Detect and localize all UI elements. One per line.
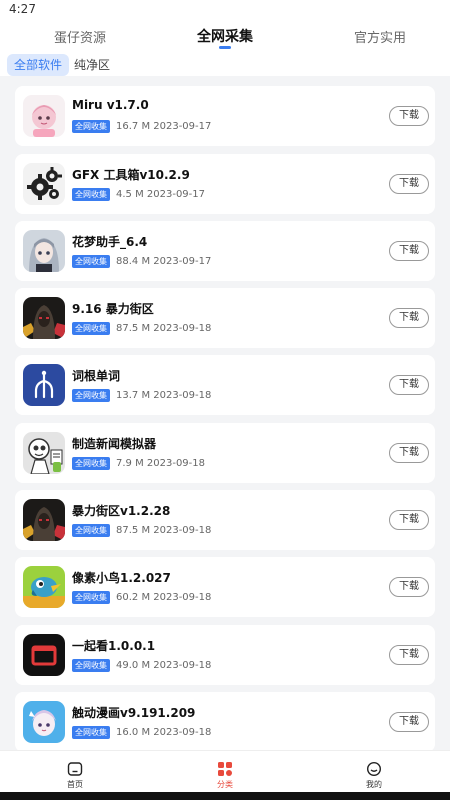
app-meta: 全网收集 87.5 M 2023-09-18: [72, 523, 211, 537]
app-size-date: 88.4 M 2023-09-17: [116, 255, 212, 267]
app-meta: 全网收集 13.7 M 2023-09-18: [72, 388, 211, 402]
nav-home[interactable]: 首页: [55, 755, 95, 789]
news-simulator-icon: [23, 432, 65, 474]
nav-category[interactable]: 分类: [205, 755, 245, 789]
nav-profile-label: 我的: [366, 780, 382, 789]
app-size-date: 16.7 M 2023-09-17: [116, 120, 212, 132]
app-name: Miru v1.7.0: [72, 98, 149, 112]
hooded-figure-icon: [23, 297, 65, 339]
app-size-date: 60.2 M 2023-09-18: [116, 591, 212, 603]
app-card[interactable]: 词根单词 全网收集 13.7 M 2023-09-18 下载: [15, 355, 435, 415]
tab-official-utilities[interactable]: 官方实用: [354, 27, 406, 46]
download-button[interactable]: 下载: [389, 712, 429, 732]
app-card[interactable]: 9.16 暴力街区 全网收集 87.5 M 2023-09-18 下载: [15, 288, 435, 348]
sub-tab-bar: 全部软件 纯净区: [0, 52, 450, 76]
collection-badge: 全网收集: [72, 388, 110, 402]
app-meta: 全网收集 16.0 M 2023-09-18: [72, 725, 211, 739]
gfx-gears-icon: [23, 163, 65, 205]
watch-together-icon: [23, 634, 65, 676]
app-name: 像素小鸟1.2.027: [72, 571, 171, 585]
app-name: 词根单词: [72, 369, 121, 383]
app-card[interactable]: 一起看1.0.0.1 全网收集 49.0 M 2023-09-18 下载: [15, 625, 435, 685]
app-size-date: 87.5 M 2023-09-18: [116, 524, 212, 536]
download-button[interactable]: 下载: [389, 645, 429, 665]
download-button[interactable]: 下载: [389, 510, 429, 530]
collection-badge: 全网收集: [72, 725, 110, 739]
collection-badge: 全网收集: [72, 590, 110, 604]
app-card[interactable]: 触动漫画v9.191.209 全网收集 16.0 M 2023-09-18 下载: [15, 692, 435, 750]
subtab-all-software[interactable]: 全部软件: [7, 54, 70, 76]
nav-category-label: 分类: [217, 780, 233, 789]
home-icon: [67, 762, 83, 776]
app-name: 制造新闻模拟器: [72, 437, 157, 451]
word-root-tree-icon: [23, 364, 65, 406]
download-button[interactable]: 下载: [389, 375, 429, 395]
tab-web-collection[interactable]: 全网采集: [197, 26, 253, 46]
download-button[interactable]: 下载: [389, 241, 429, 261]
tab-active-indicator: [219, 46, 231, 49]
app-meta: 全网收集 16.7 M 2023-09-17: [72, 119, 211, 133]
app-list[interactable]: Miru v1.7.0 全网收集 16.7 M 2023-09-17 下载 GF…: [0, 76, 450, 750]
collection-badge: 全网收集: [72, 119, 110, 133]
collection-badge: 全网收集: [72, 187, 110, 201]
app-card[interactable]: Miru v1.7.0 全网收集 16.7 M 2023-09-17 下载: [15, 86, 435, 146]
top-tab-bar: 蛋仔资源 全网采集 官方实用: [0, 18, 450, 52]
hooded-figure-icon: [23, 499, 65, 541]
subtab-clean-zone[interactable]: 纯净区: [67, 54, 117, 76]
app-card[interactable]: GFX 工具箱v10.2.9 全网收集 4.5 M 2023-09-17 下载: [15, 154, 435, 214]
app-meta: 全网收集 60.2 M 2023-09-18: [72, 590, 211, 604]
app-name: 9.16 暴力街区: [72, 302, 154, 316]
collection-badge: 全网收集: [72, 456, 110, 470]
app-card[interactable]: 暴力街区v1.2.28 全网收集 87.5 M 2023-09-18 下载: [15, 490, 435, 550]
app-name: 一起看1.0.0.1: [72, 639, 156, 653]
category-icon: [218, 762, 232, 776]
nav-profile[interactable]: 我的: [354, 755, 394, 789]
anime-character-icon: [23, 230, 65, 272]
system-gesture-bar: [0, 792, 450, 800]
app-name: GFX 工具箱v10.2.9: [72, 168, 190, 182]
status-bar: 4:27: [0, 0, 450, 18]
app-size-date: 7.9 M 2023-09-18: [116, 457, 206, 469]
download-button[interactable]: 下载: [389, 443, 429, 463]
download-button[interactable]: 下载: [389, 174, 429, 194]
app-meta: 全网收集 7.9 M 2023-09-18: [72, 456, 205, 470]
app-size-date: 49.0 M 2023-09-18: [116, 659, 212, 671]
nav-home-label: 首页: [67, 780, 83, 789]
tab-danzai-resources[interactable]: 蛋仔资源: [54, 27, 106, 46]
status-time: 4:27: [9, 2, 36, 16]
app-meta: 全网收集 49.0 M 2023-09-18: [72, 658, 211, 672]
miru-anime-girl-icon: [23, 95, 65, 137]
collection-badge: 全网收集: [72, 523, 110, 537]
app-card[interactable]: 制造新闻模拟器 全网收集 7.9 M 2023-09-18 下载: [15, 423, 435, 483]
app-name: 暴力街区v1.2.28: [72, 504, 171, 518]
collection-badge: 全网收集: [72, 321, 110, 335]
app-name: 触动漫画v9.191.209: [72, 706, 196, 720]
app-meta: 全网收集 88.4 M 2023-09-17: [72, 254, 211, 268]
download-button[interactable]: 下载: [389, 577, 429, 597]
app-size-date: 16.0 M 2023-09-18: [116, 726, 212, 738]
app-card[interactable]: 花梦助手_6.4 全网收集 88.4 M 2023-09-17 下载: [15, 221, 435, 281]
app-size-date: 87.5 M 2023-09-18: [116, 322, 212, 334]
collection-badge: 全网收集: [72, 254, 110, 268]
bottom-navigation: 首页 分类 我的: [0, 750, 450, 792]
pixel-bird-icon: [23, 566, 65, 608]
app-card[interactable]: 像素小鸟1.2.027 全网收集 60.2 M 2023-09-18 下载: [15, 557, 435, 617]
download-button[interactable]: 下载: [389, 106, 429, 126]
comic-girl-icon: [23, 701, 65, 743]
app-name: 花梦助手_6.4: [72, 235, 148, 249]
app-meta: 全网收集 87.5 M 2023-09-18: [72, 321, 211, 335]
profile-icon: [366, 761, 382, 777]
app-size-date: 13.7 M 2023-09-18: [116, 389, 212, 401]
download-button[interactable]: 下载: [389, 308, 429, 328]
app-meta: 全网收集 4.5 M 2023-09-17: [72, 187, 205, 201]
app-size-date: 4.5 M 2023-09-17: [116, 188, 206, 200]
collection-badge: 全网收集: [72, 658, 110, 672]
